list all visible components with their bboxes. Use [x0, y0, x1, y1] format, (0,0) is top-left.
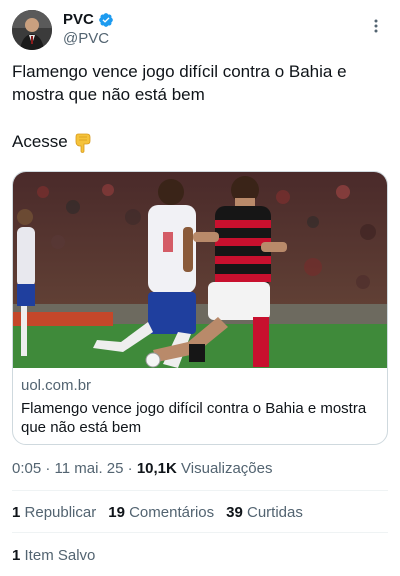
link-preview-meta: uol.com.br Flamengo vence jogo difícil c…	[21, 376, 381, 437]
tweet-header: PVC @PVC	[12, 8, 388, 52]
reposts-label: Republicar	[24, 504, 97, 521]
saved-label: Item Salvo	[24, 547, 96, 564]
comments-stat[interactable]: 19 Comentários	[108, 504, 214, 521]
tweet-text: Flamengo vence jogo difícil contra o Bah…	[12, 62, 347, 104]
tweet-time[interactable]: 0:05	[12, 460, 41, 477]
author-display-name[interactable]: PVC	[63, 11, 94, 28]
author-handle[interactable]: @PVC	[63, 30, 109, 47]
comments-count: 19	[108, 504, 125, 521]
tweet-date[interactable]: 11 mai. 25	[55, 460, 124, 477]
cta-text: Acesse	[12, 132, 68, 151]
link-preview-image[interactable]	[13, 172, 387, 368]
link-domain[interactable]: uol.com.br	[21, 376, 381, 396]
avatar[interactable]	[12, 10, 52, 50]
reposts-stat[interactable]: 1 Republicar	[12, 504, 96, 521]
views-count: 10,1K	[136, 460, 177, 477]
views-label: Visualizações	[181, 460, 273, 477]
likes-label: Curtidas	[247, 504, 303, 521]
comments-label: Comentários	[129, 504, 215, 521]
pointing-down-emoji-icon	[72, 131, 94, 153]
separator: ·	[127, 460, 133, 477]
verified-badge-icon	[98, 12, 114, 28]
more-options-icon[interactable]	[368, 16, 384, 36]
tweet-cta: Acesse	[12, 130, 94, 153]
likes-count: 39	[226, 504, 243, 521]
separator: ·	[45, 460, 51, 477]
likes-stat[interactable]: 39 Curtidas	[226, 504, 303, 521]
saved-stat[interactable]: 1 Item Salvo	[12, 547, 95, 564]
reposts-count: 1	[12, 504, 21, 521]
divider	[12, 532, 388, 533]
divider	[12, 490, 388, 491]
link-title[interactable]: Flamengo vence jogo difícil contra o Bah…	[21, 399, 381, 437]
engagement-stats: 1 Republicar 19 Comentários 39 Curtidas	[12, 504, 303, 521]
saved-count: 1	[12, 547, 21, 564]
link-preview-card[interactable]: uol.com.br Flamengo vence jogo difícil c…	[12, 171, 388, 445]
tweet-timestamp-row: 0:05 · 11 mai. 25 · 10,1K Visualizações	[12, 460, 272, 477]
